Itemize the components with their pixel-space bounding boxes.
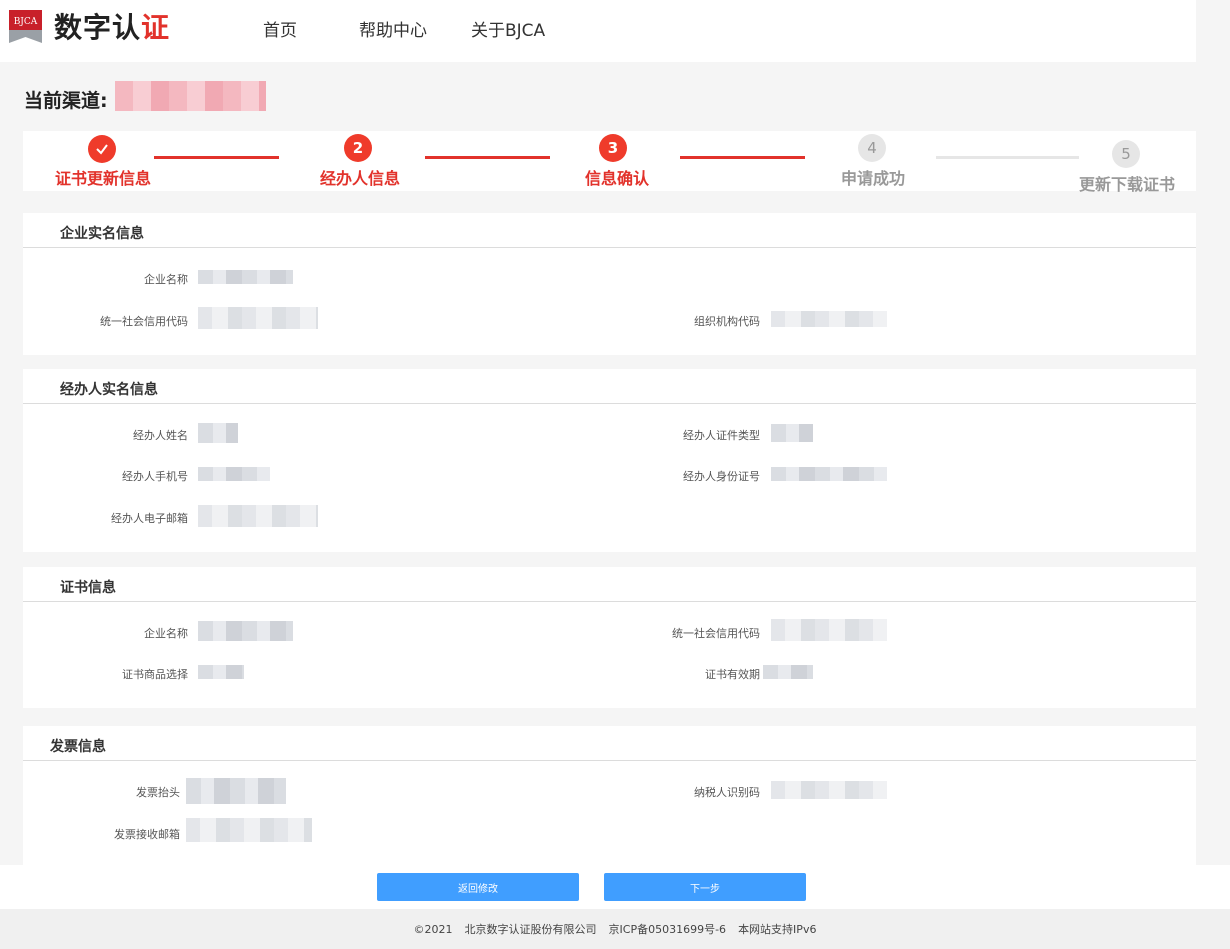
page-footer: ©2021 北京数字认证股份有限公司 京ICP备05031699号-6 本网站支…	[0, 909, 1230, 949]
field-label-agent-name: 经办人姓名	[133, 429, 188, 442]
field-label-agent-id-number: 经办人身份证号	[683, 470, 760, 483]
section-title: 经办人实名信息	[60, 382, 158, 398]
step-line-3	[680, 156, 805, 159]
step-4-label: 申请成功	[841, 169, 906, 188]
footer-copyright: ©2021	[413, 922, 453, 936]
field-value-redacted	[771, 619, 887, 641]
logo-text[interactable]: 数字认证	[54, 6, 170, 46]
step-line-1	[154, 156, 279, 159]
section-divider	[23, 247, 1196, 248]
nav-about-bjca[interactable]: 关于BJCA	[471, 16, 545, 41]
step-3-label: 信息确认	[585, 169, 650, 188]
field-value-redacted	[198, 307, 318, 329]
nav-home[interactable]: 首页	[263, 16, 297, 41]
footer-ipv6: 本网站支持IPv6	[738, 923, 817, 936]
agent-info-section: 经办人实名信息 经办人姓名 经办人证件类型 经办人手机号 经办人身份证号 经办人…	[23, 369, 1196, 552]
current-channel-label: 当前渠道:	[24, 90, 108, 112]
cert-info-section: 证书信息 企业名称 统一社会信用代码 证书商品选择 证书有效期	[23, 567, 1196, 708]
field-value-redacted	[186, 778, 286, 804]
field-value-redacted	[198, 505, 318, 527]
step-1-check-icon	[88, 135, 116, 163]
field-label-invoice-header: 发票抬头	[136, 786, 180, 799]
next-step-button[interactable]: 下一步	[604, 873, 806, 901]
progress-steps: 证书更新信息 2 经办人信息 3 信息确认 4 申请成功 5 更新下载证书	[23, 131, 1196, 194]
field-label-agent-phone: 经办人手机号	[122, 470, 188, 483]
field-label-invoice-email: 发票接收邮箱	[114, 828, 180, 841]
channel-value-redacted	[115, 81, 266, 111]
nav-help-center[interactable]: 帮助中心	[359, 16, 427, 41]
step-3-circle: 3	[599, 134, 627, 162]
field-label-cert-credit-code: 统一社会信用代码	[672, 627, 760, 640]
field-value-redacted	[186, 818, 312, 842]
step-2-circle: 2	[344, 134, 372, 162]
footer-company: 北京数字认证股份有限公司	[464, 923, 597, 936]
step-line-4	[936, 156, 1079, 159]
step-4-circle: 4	[858, 134, 886, 162]
field-value-redacted	[198, 467, 270, 481]
field-value-redacted	[198, 621, 293, 641]
footer-icp-link[interactable]: 京ICP备05031699号-6	[609, 921, 727, 937]
field-value-redacted	[763, 665, 813, 679]
step-5-circle: 5	[1112, 140, 1140, 168]
field-value-redacted	[771, 467, 887, 481]
field-value-redacted	[771, 424, 813, 442]
field-label-agent-id-type: 经办人证件类型	[683, 429, 760, 442]
field-label-cert-product: 证书商品选择	[122, 668, 188, 681]
field-label-cert-enterprise-name: 企业名称	[144, 627, 188, 640]
section-divider	[23, 403, 1196, 404]
section-divider	[23, 760, 1196, 761]
step-line-2	[425, 156, 550, 159]
field-label-enterprise-name: 企业名称	[144, 273, 188, 286]
field-value-redacted	[198, 270, 293, 284]
invoice-info-section: 发票信息 发票抬头 纳税人识别码 发票接收邮箱	[23, 726, 1196, 865]
back-edit-button[interactable]: 返回修改	[377, 873, 579, 901]
top-header: BJCA 数字认证 首页 帮助中心 关于BJCA	[0, 0, 1196, 62]
field-value-redacted	[771, 781, 887, 799]
step-2-label: 经办人信息	[320, 169, 401, 188]
enterprise-info-section: 企业实名信息 企业名称 统一社会信用代码 组织机构代码	[23, 213, 1196, 355]
field-label-credit-code: 统一社会信用代码	[100, 315, 188, 328]
svg-text:BJCA: BJCA	[14, 17, 38, 27]
section-divider	[23, 601, 1196, 602]
field-value-redacted	[198, 665, 244, 679]
step-1-label: 证书更新信息	[55, 169, 152, 188]
field-value-redacted	[771, 311, 887, 327]
section-title: 发票信息	[50, 739, 106, 755]
step-5-label: 更新下载证书	[1079, 175, 1176, 194]
section-title: 企业实名信息	[60, 226, 144, 242]
field-label-tax-id: 纳税人识别码	[694, 786, 760, 799]
bjca-logo-icon[interactable]: BJCA	[9, 10, 42, 43]
field-label-org-code: 组织机构代码	[694, 315, 760, 328]
field-label-agent-email: 经办人电子邮箱	[111, 512, 188, 525]
field-value-redacted	[198, 423, 238, 443]
section-title: 证书信息	[60, 580, 116, 596]
field-label-cert-validity: 证书有效期	[705, 668, 760, 681]
